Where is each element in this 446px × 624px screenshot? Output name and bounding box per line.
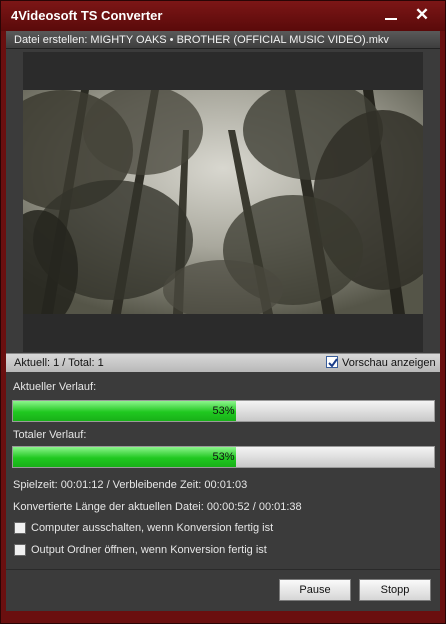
- total-progress-percent: 53%: [212, 451, 235, 463]
- show-preview-label[interactable]: Vorschau anzeigen: [342, 357, 436, 369]
- close-icon[interactable]: ✕: [409, 4, 435, 26]
- video-preview: [23, 90, 423, 314]
- title-bar[interactable]: 4Videosoft TS Converter ✕: [1, 1, 445, 31]
- converted-length-info: Konvertierte Länge der aktuellen Datei: …: [13, 501, 302, 513]
- shutdown-checkbox[interactable]: [14, 522, 26, 534]
- client-area: Datei erstellen: MIGHTY OAKS • BROTHER (…: [6, 31, 440, 611]
- forest-preview-image: [23, 90, 423, 314]
- total-progress-bar: 53%: [12, 446, 435, 468]
- preview-frame: [23, 52, 423, 352]
- file-count: Aktuell: 1 / Total: 1: [14, 357, 104, 369]
- stop-button[interactable]: Stopp: [359, 579, 431, 601]
- checkmark-icon: [328, 358, 338, 368]
- status-bar: Aktuell: 1 / Total: 1 Vorschau anzeigen: [6, 353, 440, 372]
- button-bar: Pause Stopp: [6, 569, 440, 611]
- minimize-icon[interactable]: [378, 4, 404, 26]
- current-file-label: Datei erstellen: MIGHTY OAKS • BROTHER (…: [14, 34, 389, 46]
- pause-button[interactable]: Pause: [279, 579, 351, 601]
- converter-window: 4Videosoft TS Converter ✕ Datei erstelle…: [0, 0, 446, 624]
- open-folder-label[interactable]: Output Ordner öffnen, wenn Konversion fe…: [31, 544, 267, 556]
- current-progress-percent: 53%: [212, 405, 235, 417]
- window-title: 4Videosoft TS Converter: [11, 8, 163, 23]
- show-preview-checkbox[interactable]: [326, 356, 338, 368]
- current-progress-label: Aktueller Verlauf:: [13, 381, 97, 393]
- file-header: Datei erstellen: MIGHTY OAKS • BROTHER (…: [6, 31, 440, 49]
- time-info: Spielzeit: 00:01:12 / Verbleibende Zeit:…: [13, 479, 248, 491]
- total-progress-label: Totaler Verlauf:: [13, 429, 87, 441]
- current-progress-bar: 53%: [12, 400, 435, 422]
- open-folder-checkbox[interactable]: [14, 544, 26, 556]
- shutdown-label[interactable]: Computer ausschalten, wenn Konversion fe…: [31, 522, 273, 534]
